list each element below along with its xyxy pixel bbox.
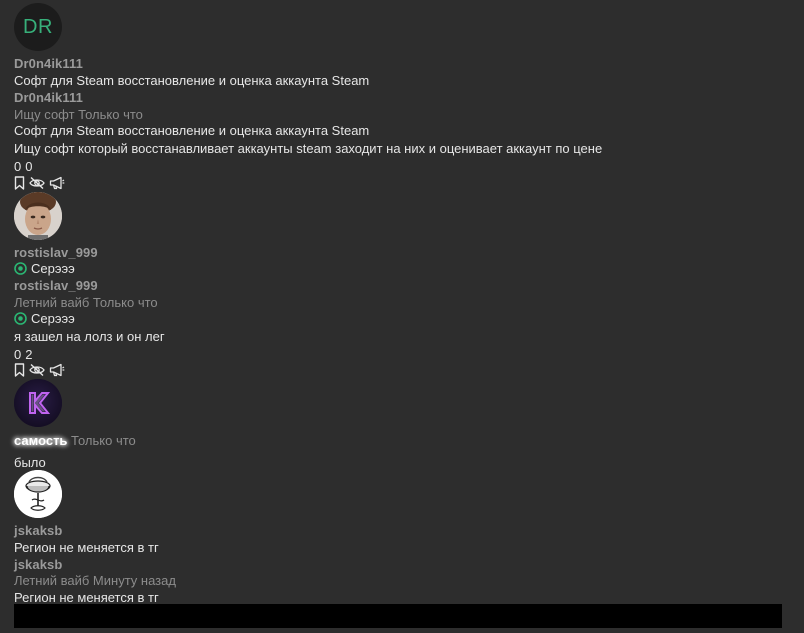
post-text: было (14, 455, 46, 470)
thread-meta: Летний вайб Только что (14, 295, 158, 310)
sketch-avatar-icon (14, 470, 62, 518)
last-author-name[interactable]: Dr0n4ik111 (14, 90, 83, 105)
eye-off-icon[interactable] (29, 176, 45, 190)
post-actions (14, 363, 65, 377)
section-link[interactable]: Летний вайб (14, 573, 89, 588)
section-link[interactable]: Летний вайб (14, 295, 89, 310)
author-name[interactable]: самость (14, 433, 67, 448)
user-photo (14, 192, 62, 240)
post-actions (14, 176, 65, 190)
count-b: 2 (25, 347, 33, 362)
target-icon (14, 262, 27, 275)
author-name[interactable]: Dr0n4ik111 (14, 56, 83, 71)
last-author-name[interactable]: rostislav_999 (14, 278, 98, 293)
preview-title[interactable]: Регион не меняется в тг (14, 590, 159, 605)
k-logo-icon (14, 379, 62, 427)
preview-title[interactable]: Софт для Steam восстановление и оценка а… (14, 123, 369, 138)
section-link[interactable]: Ищу софт (14, 107, 75, 122)
count-a: 0 (14, 347, 22, 362)
preview-text: Ищу софт который восстанавливает аккаунт… (14, 141, 603, 156)
post-time: Только что (71, 433, 136, 448)
avatar[interactable] (14, 379, 62, 427)
target-icon (14, 312, 27, 325)
megaphone-icon[interactable] (49, 363, 65, 377)
post-meta-row: самость Только что (14, 433, 136, 448)
thread-title[interactable]: Серэээ (31, 261, 75, 276)
thread-meta: Летний вайб Минуту назад (14, 573, 176, 588)
thread-title[interactable]: Софт для Steam восстановление и оценка а… (14, 73, 369, 88)
author-name[interactable]: rostislav_999 (14, 245, 98, 260)
thread-title[interactable]: Регион не меняется в тг (14, 540, 159, 555)
counters: 02 (14, 347, 32, 362)
counters: 00 (14, 159, 32, 174)
preview-title[interactable]: Серэээ (31, 311, 75, 326)
avatar[interactable]: DR (14, 3, 62, 51)
last-author-name[interactable]: jskaksb (14, 557, 62, 572)
megaphone-icon[interactable] (49, 176, 65, 190)
bookmark-icon[interactable] (14, 363, 25, 377)
thread-meta: Ищу софт Только что (14, 107, 143, 122)
bookmark-icon[interactable] (14, 176, 25, 190)
eye-off-icon[interactable] (29, 363, 45, 377)
author-name[interactable]: jskaksb (14, 523, 62, 538)
post-time: Минуту назад (92, 573, 176, 588)
redacted-block (14, 604, 782, 628)
post-time: Только что (78, 107, 143, 122)
preview-title-row: Серэээ (14, 311, 75, 326)
avatar[interactable] (14, 192, 62, 240)
thread-title-row: Серэээ (14, 261, 75, 276)
preview-text: я зашел на лолз и он лег (14, 329, 165, 344)
count-b: 0 (25, 159, 33, 174)
avatar[interactable] (14, 470, 62, 518)
post-time: Только что (92, 295, 158, 310)
count-a: 0 (14, 159, 22, 174)
